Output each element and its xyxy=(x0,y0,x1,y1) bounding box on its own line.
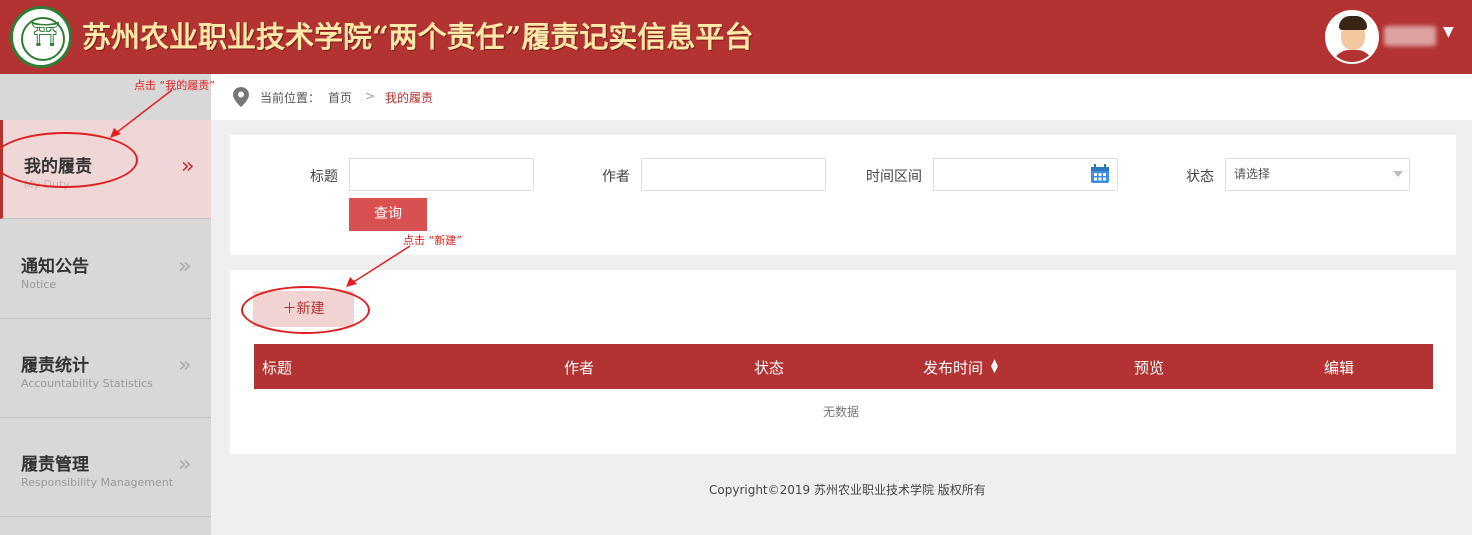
avatar-body xyxy=(1333,50,1373,62)
breadcrumb-label: 当前位置： xyxy=(260,91,321,105)
author-filter-label: 作者 xyxy=(602,169,630,185)
table-header: 标题 作者 状态 发布时间 ▲ ▼ 预览 编辑 xyxy=(254,344,1433,389)
breadcrumb-current: 我的履责 xyxy=(385,91,434,105)
sidebar-item-subtitle: Accountability Statistics xyxy=(21,377,153,390)
double-chevron-right-icon: » xyxy=(178,452,192,477)
sort-icon[interactable]: ▲ ▼ xyxy=(991,359,998,375)
breadcrumb-home-link[interactable]: 首页 xyxy=(328,89,352,106)
annotation-ellipse-new xyxy=(241,286,370,334)
empty-state-text: 无数据 xyxy=(823,405,860,419)
calendar-icon[interactable] xyxy=(1090,164,1110,184)
username-blurred[interactable] xyxy=(1384,26,1436,46)
double-chevron-right-icon: » xyxy=(178,254,192,279)
footer-copyright: Copyright©2019 苏州农业职业技术学院 版权所有 xyxy=(709,483,986,497)
double-chevron-right-icon: » xyxy=(178,353,192,378)
column-header-publish-time[interactable]: 发布时间 xyxy=(923,357,983,378)
status-select[interactable]: 请选择 xyxy=(1225,158,1410,191)
site-title: 苏州农业职业技术学院“两个责任”履责记实信息平台 xyxy=(82,20,754,54)
sidebar-item-statistics[interactable]: 履责统计 Accountability Statistics » xyxy=(0,319,211,418)
annotation-note-my-duty: 点击 “我的履责” xyxy=(134,79,215,92)
annotation-note-new: 点击 “新建” xyxy=(403,234,462,247)
avatar-hair xyxy=(1339,16,1367,30)
list-panel: ＋新建 标题 作者 状态 发布时间 ▲ ▼ 预览 编辑 无数据 xyxy=(230,270,1456,454)
query-button[interactable]: 查询 xyxy=(349,198,427,231)
sidebar-item-subtitle: Notice xyxy=(21,278,57,291)
double-chevron-right-icon: » xyxy=(181,154,195,179)
sidebar-item-management[interactable]: 履责管理 Responsibility Management » xyxy=(0,418,211,517)
sidebar-item-title: 通知公告 xyxy=(21,257,89,277)
breadcrumb: 当前位置： 首页 > 我的履责 xyxy=(211,74,1472,120)
title-filter-label: 标题 xyxy=(310,169,338,185)
column-header-title: 标题 xyxy=(262,359,293,377)
column-header-edit: 编辑 xyxy=(1324,359,1355,377)
sidebar-item-notice[interactable]: 通知公告 Notice » xyxy=(0,220,211,319)
date-range-label: 时间区间 xyxy=(866,169,922,185)
title-filter-input[interactable] xyxy=(349,158,534,191)
gate-icon: ⛩ xyxy=(30,20,61,48)
column-header-author: 作者 xyxy=(564,359,595,377)
location-pin-icon xyxy=(233,87,249,107)
author-filter-input[interactable] xyxy=(641,158,826,191)
sidebar-item-subtitle: Responsibility Management xyxy=(21,476,174,489)
avatar[interactable] xyxy=(1325,10,1379,64)
status-filter-label: 状态 xyxy=(1186,169,1214,185)
column-header-preview: 预览 xyxy=(1134,359,1165,377)
breadcrumb-separator: > xyxy=(365,89,376,103)
app-header: ⛩ 苏州农业职业技术学院“两个责任”履责记实信息平台 ▼ xyxy=(0,0,1472,74)
caret-down-icon[interactable] xyxy=(1393,171,1403,177)
column-header-status: 状态 xyxy=(754,359,785,377)
caret-down-icon[interactable]: ▼ xyxy=(1443,24,1454,40)
sidebar-item-title: 履责管理 xyxy=(21,455,89,475)
sidebar-item-title: 履责统计 xyxy=(21,356,89,376)
school-emblem-icon: ⛩ xyxy=(10,6,72,68)
